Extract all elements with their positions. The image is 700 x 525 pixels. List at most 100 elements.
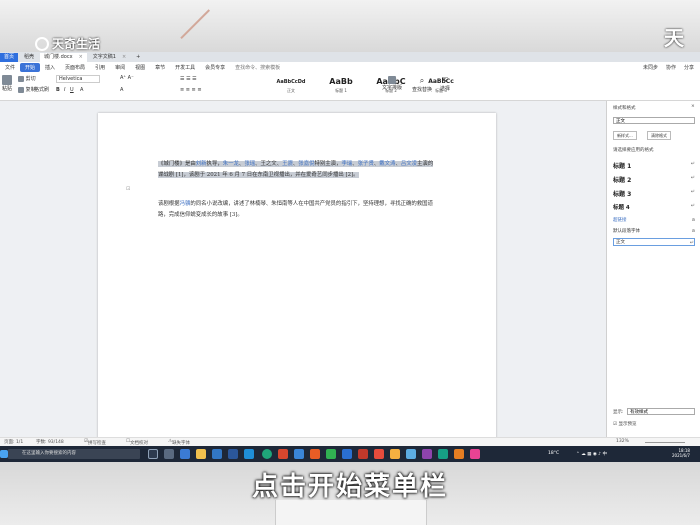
page-count[interactable]: 页面: 1/1 (4, 439, 23, 445)
style-heading-1[interactable]: AaBb 标题 1 (318, 76, 364, 96)
system-tray[interactable]: ⌃ ☁ ▦ ◉ ♪ 中 (576, 451, 607, 457)
menu-page-layout[interactable]: 页面布局 (60, 64, 90, 71)
tab-new-document[interactable]: 文字文稿1 × (89, 53, 130, 62)
document-area[interactable]: ⊡ 《城门楼》是由刘新执导，朱一龙、张瑶、王之文、王骁、张嘉倪特别主演，李瑞、张… (0, 101, 606, 443)
font-size-up-button[interactable]: A⁺ A⁻ (120, 75, 134, 81)
menu-references[interactable]: 引用 (90, 64, 110, 71)
style-normal[interactable]: AaBbCcDd 正文 (268, 76, 314, 96)
sync-status[interactable]: 未同步 (643, 64, 658, 71)
taskbar-search-input[interactable]: 在这里输入你要搜索的内容 (8, 449, 140, 459)
menu-member[interactable]: 会员专享 (200, 64, 230, 71)
person-link[interactable]: 戴文涛 (379, 161, 395, 167)
menu-insert[interactable]: 插入 (40, 64, 60, 71)
paragraph-2[interactable]: 该剧根据冯骥的同名小说改编，讲述了林楠琴、朱恒南等人在中国共产党员的指引下，坚持… (158, 199, 436, 221)
show-select[interactable]: 有效样式 (627, 408, 695, 415)
clear-format-button[interactable]: 清除格式 (647, 131, 671, 140)
paragraph-handle-icon[interactable]: ⊡ (126, 186, 130, 192)
zoom-slider[interactable] (645, 442, 685, 443)
close-icon[interactable]: × (122, 54, 126, 60)
style-item-heading-4[interactable]: 标题 4 ↵ (613, 203, 695, 211)
person-link[interactable]: 刘新 (196, 161, 207, 167)
close-icon[interactable]: × (691, 104, 695, 109)
chrome-icon[interactable] (262, 449, 272, 459)
person-link[interactable]: 冯骥 (180, 201, 191, 207)
new-style-button[interactable]: 新样式... (613, 131, 637, 140)
tab-document[interactable]: 城门楼.docx × (40, 53, 87, 62)
store-icon[interactable] (212, 449, 222, 459)
spell-check-toggle[interactable]: ☑ 拼写检查 (84, 439, 106, 446)
widgets-icon[interactable] (164, 449, 174, 459)
style-item-hyperlink[interactable]: 超链接 a (613, 217, 695, 223)
underline-button[interactable]: U (70, 87, 74, 93)
menu-developer[interactable]: 开发工具 (170, 64, 200, 71)
edge-icon[interactable] (244, 449, 254, 459)
cut-button[interactable]: 剪切 (18, 75, 36, 82)
menu-start[interactable]: 开始 (20, 62, 41, 72)
list-icon[interactable]: ☰ ☰ ☰ (180, 76, 197, 82)
weather-indicator[interactable]: 18°C (548, 451, 559, 456)
select-button[interactable]: ⇱ 选择 (440, 76, 450, 92)
person-link[interactable]: 张嘉倪 (298, 161, 314, 167)
tab-daoke[interactable]: 稻壳 (20, 53, 38, 62)
ps-icon[interactable] (310, 449, 320, 459)
style-item-normal[interactable]: 正文 ↵ (613, 238, 695, 246)
style-item-heading-1[interactable]: 标题 1 ↵ (613, 161, 695, 170)
person-link[interactable]: 吕文凌 (401, 161, 417, 167)
person-link[interactable]: 李瑞 (341, 161, 352, 167)
close-icon[interactable]: × (79, 54, 83, 60)
word-icon[interactable] (342, 449, 352, 459)
paragraph-text[interactable]: 该剧根据冯骥的同名小说改编，讲述了林楠琴、朱恒南等人在中国共产党员的指引下，坚持… (158, 201, 433, 218)
find-replace-button[interactable]: ⌕ 查找替换 (412, 76, 432, 93)
font-name-select[interactable]: Helvetica (56, 75, 100, 83)
person-link[interactable]: 张瑶 (244, 161, 255, 167)
explorer-icon[interactable] (180, 449, 190, 459)
notes-icon[interactable] (390, 449, 400, 459)
bold-button[interactable]: B (56, 87, 60, 93)
font-color-button[interactable]: A (80, 87, 83, 93)
paragraph-1[interactable]: 《城门楼》是由刘新执导，朱一龙、张瑶、王之文、王骁、张嘉倪特别主演，李瑞、张子贤… (158, 159, 436, 181)
share-button[interactable]: 分享 (684, 64, 694, 71)
menu-chapter[interactable]: 章节 (150, 64, 170, 71)
style-item-heading-2[interactable]: 标题 2 ↵ (613, 175, 695, 184)
app3-icon[interactable] (454, 449, 464, 459)
mail-icon[interactable] (228, 449, 238, 459)
highlight-button[interactable]: A (120, 87, 123, 93)
style-item-heading-3[interactable]: 标题 3 ↵ (613, 189, 695, 198)
media-icon[interactable] (422, 449, 432, 459)
menu-search[interactable]: 查找命令、搜索模板 (230, 64, 285, 71)
text-tools-button[interactable]: 文字排版 (382, 76, 402, 91)
wps-writer-icon[interactable] (358, 449, 368, 459)
folder-icon[interactable] (196, 449, 206, 459)
missing-font-button[interactable]: ⚠ 缺失字体 (168, 439, 190, 446)
wechat-icon[interactable] (326, 449, 336, 459)
wps-icon[interactable] (278, 449, 288, 459)
windows-start-icon[interactable] (0, 450, 8, 458)
menu-review[interactable]: 审阅 (110, 64, 130, 71)
preview-checkbox[interactable]: ☑ 显示预览 (613, 421, 636, 427)
tab-home[interactable]: 首页 (0, 53, 19, 62)
format-painter-button[interactable]: 格式刷 (34, 86, 49, 93)
app4-icon[interactable] (470, 449, 480, 459)
menu-view[interactable]: 视图 (130, 64, 150, 71)
person-link[interactable]: 张子贤 (358, 161, 374, 167)
align-icon[interactable]: ≡ ≡ ≡ ≡ (180, 87, 202, 93)
collaborate-button[interactable]: 协作 (666, 64, 676, 71)
copy-button[interactable]: 复制 (18, 86, 36, 93)
paste-button[interactable]: 粘贴 (2, 75, 12, 92)
doc-check-button[interactable]: ☐ 文档校对 (126, 439, 148, 446)
zoom-level[interactable]: 132% (616, 439, 629, 444)
document-page[interactable]: ⊡ 《城门楼》是由刘新执导，朱一龙、张瑶、王之文、王骁、张嘉倪特别主演，李瑞、张… (98, 113, 496, 443)
taskbar-clock[interactable]: 18:18 2021/6/7 (672, 448, 690, 458)
video-icon[interactable] (374, 449, 384, 459)
selected-text[interactable]: 《城门楼》是由刘新执导，朱一龙、张瑶、王之文、王骁、张嘉倪特别主演，李瑞、张子贤… (158, 161, 434, 178)
word-count[interactable]: 字数: 93/148 (36, 439, 64, 445)
menu-file[interactable]: 文件 (0, 64, 20, 71)
app-icon[interactable] (294, 449, 304, 459)
person-link[interactable]: 朱一龙 (223, 161, 239, 167)
photos-icon[interactable] (406, 449, 416, 459)
app2-icon[interactable] (438, 449, 448, 459)
task-view-icon[interactable] (148, 449, 158, 459)
new-tab-button[interactable]: + (132, 53, 144, 62)
person-link[interactable]: 王骁 (282, 161, 293, 167)
italic-button[interactable]: I (64, 87, 65, 93)
